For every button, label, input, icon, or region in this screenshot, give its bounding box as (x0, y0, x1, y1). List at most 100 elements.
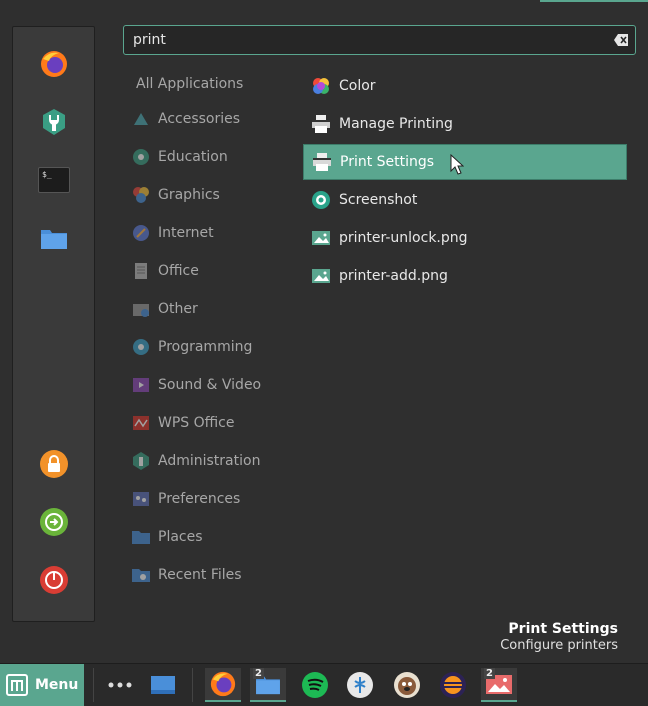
terminal-prompt-text: $_ (42, 170, 52, 179)
graphics-icon (131, 185, 151, 205)
menu-label: Menu (35, 677, 79, 693)
favorite-terminal[interactable]: $_ (37, 163, 71, 197)
application-menu: $_ print All Applications Accessories Ed… (0, 0, 648, 663)
category-recent-files[interactable]: Recent Files (131, 563, 242, 587)
category-preferences[interactable]: Preferences (131, 487, 240, 511)
description-text: Configure printers (500, 638, 618, 653)
category-label: Office (158, 263, 199, 279)
category-label: Recent Files (158, 567, 242, 583)
result-print-settings[interactable]: Print Settings (303, 144, 627, 180)
taskbar-image-viewer[interactable]: 2 (481, 668, 517, 702)
office-icon (131, 261, 151, 281)
desktop-icon (151, 676, 175, 694)
result-screenshot[interactable]: Screenshot (303, 182, 627, 218)
category-label: Preferences (158, 491, 241, 507)
search-input[interactable] (133, 30, 603, 50)
category-administration[interactable]: Administration (131, 449, 260, 473)
other-icon (131, 299, 151, 319)
wps-office-icon (131, 413, 151, 433)
result-printer-unlock-png[interactable]: printer-unlock.png (303, 220, 627, 256)
firefox-icon (210, 671, 236, 697)
places-icon (131, 527, 151, 547)
category-label: Sound & Video (158, 377, 262, 393)
favorite-firefox[interactable] (37, 47, 71, 81)
category-other[interactable]: Other (131, 297, 198, 321)
result-manage-printing[interactable]: Manage Printing (303, 106, 627, 142)
category-accessories[interactable]: Accessories (131, 107, 240, 131)
category-internet[interactable]: Internet (131, 221, 214, 245)
result-label: printer-unlock.png (339, 230, 468, 246)
result-label: Manage Printing (339, 116, 453, 132)
lock-icon (40, 450, 68, 478)
search-box (123, 25, 636, 55)
category-all-applications[interactable]: All Applications (136, 72, 243, 96)
taskbar-files[interactable]: 2 (250, 668, 286, 702)
window-accent-line (540, 0, 648, 2)
panel-separator (192, 668, 193, 702)
recent-files-icon (131, 565, 151, 585)
result-printer-add-png[interactable]: printer-add.png (303, 258, 627, 294)
result-label: printer-add.png (339, 268, 448, 284)
mouse-pointer-icon (450, 154, 464, 175)
category-label: Other (158, 301, 198, 317)
color-icon (311, 76, 331, 96)
menu-button[interactable]: Menu (0, 664, 84, 706)
result-color[interactable]: Color (303, 68, 627, 104)
accessories-icon (131, 109, 151, 129)
logout-button[interactable] (37, 505, 71, 539)
administration-icon (131, 451, 151, 471)
taskbar-spotify[interactable] (297, 668, 333, 702)
taskbar-vscodium[interactable] (342, 668, 378, 702)
category-graphics[interactable]: Graphics (131, 183, 220, 207)
power-icon (40, 566, 68, 594)
category-label: All Applications (136, 76, 244, 92)
window-count-badge: 2 (484, 668, 495, 679)
screenshot-icon (311, 190, 331, 210)
category-label: Graphics (158, 187, 220, 203)
vscodium-icon (347, 672, 373, 698)
category-wps-office[interactable]: WPS Office (131, 411, 235, 435)
category-label: Accessories (158, 111, 241, 127)
favorite-files[interactable] (37, 221, 71, 255)
shutdown-button[interactable] (37, 563, 71, 597)
printer-icon (312, 152, 332, 172)
clear-search-icon[interactable] (613, 33, 629, 47)
category-sound-video[interactable]: Sound & Video (131, 373, 261, 397)
lock-screen-button[interactable] (37, 447, 71, 481)
eclipse-icon (440, 672, 466, 698)
category-label: Administration (158, 453, 261, 469)
show-desktop-button[interactable] (145, 668, 181, 702)
programming-icon (131, 337, 151, 357)
logout-icon (40, 508, 68, 536)
taskbar-eclipse[interactable] (435, 668, 471, 702)
printer-icon (311, 114, 331, 134)
description-title: Print Settings (508, 621, 618, 637)
selection-description: Print Settings Configure printers (318, 621, 618, 657)
image-file-icon (311, 228, 331, 248)
category-label: Education (158, 149, 228, 165)
favorites-sidebar: $_ (12, 26, 95, 622)
taskbar-firefox[interactable] (205, 668, 241, 702)
category-label: Programming (158, 339, 253, 355)
software-manager-icon (43, 109, 65, 135)
window-count-badge: 2 (253, 668, 264, 679)
dots-icon (108, 682, 132, 688)
panel-separator (93, 668, 94, 702)
category-places[interactable]: Places (131, 525, 203, 549)
category-programming[interactable]: Programming (131, 335, 252, 359)
preferences-icon (131, 489, 151, 509)
spotify-icon (302, 672, 328, 698)
internet-icon (131, 223, 151, 243)
result-label: Screenshot (339, 192, 418, 208)
favorite-software-manager[interactable] (37, 105, 71, 139)
category-label: WPS Office (158, 415, 235, 431)
education-icon (131, 147, 151, 167)
result-label: Print Settings (340, 154, 435, 170)
sound-video-icon (131, 375, 151, 395)
taskbar-otter-app[interactable] (389, 668, 425, 702)
category-label: Internet (158, 225, 214, 241)
category-office[interactable]: Office (131, 259, 199, 283)
show-apps-button[interactable] (102, 668, 138, 702)
firefox-icon (41, 51, 67, 77)
category-education[interactable]: Education (131, 145, 228, 169)
